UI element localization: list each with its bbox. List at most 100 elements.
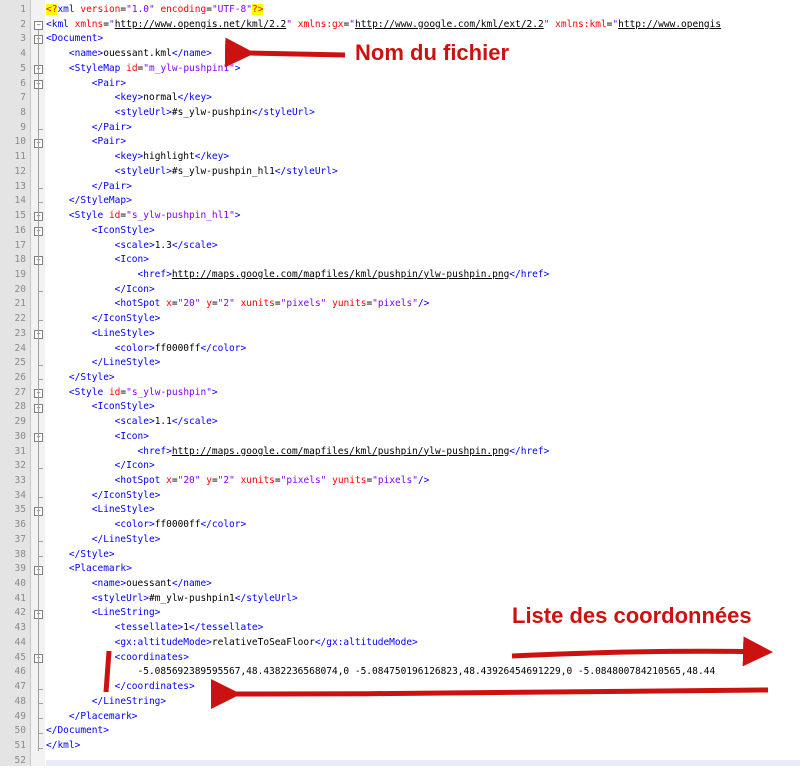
code-line[interactable]: 49 </Placemark>: [0, 710, 800, 725]
code-line[interactable]: 30 <Icon>: [0, 430, 800, 445]
code-line[interactable]: 32 </Icon>: [0, 459, 800, 474]
line-number: 12: [14, 165, 26, 177]
code-token: </href>: [509, 268, 550, 280]
code-text: <Icon>: [46, 253, 149, 268]
code-token: xml: [57, 4, 81, 15]
code-line[interactable]: 31 <href>http://maps.google.com/mapfiles…: [0, 445, 800, 460]
code-line[interactable]: 50 </Document>: [0, 724, 800, 739]
code-line[interactable]: 33 <hotSpot x="20" y="2" xunits="pixels"…: [0, 474, 800, 489]
code-line[interactable]: 34 </IconStyle>: [0, 489, 800, 504]
code-line[interactable]: 1 <?xml version="1.0" encoding="UTF-8"?>: [0, 3, 800, 18]
code-line[interactable]: 9 </Pair>: [0, 121, 800, 136]
code-line[interactable]: 29 <scale>1.1</scale>: [0, 415, 800, 430]
code-line[interactable]: 40 <name>ouessant</name>: [0, 577, 800, 592]
code-line[interactable]: 15 <Style id="s_ylw-pushpin_hl1">: [0, 209, 800, 224]
code-text: <color>ff0000ff</color>: [46, 518, 247, 533]
code-token: "20": [177, 298, 201, 310]
code-line[interactable]: 11 <key>highlight</key>: [0, 150, 800, 165]
code-line[interactable]: 39 <Placemark>: [0, 562, 800, 577]
code-line[interactable]: 22 </IconStyle>: [0, 312, 800, 327]
line-number: 40: [14, 578, 26, 590]
fold-toggle-icon[interactable]: −: [34, 20, 43, 30]
code-line[interactable]: 36 <color>ff0000ff</color>: [0, 518, 800, 533]
code-line[interactable]: 48 </LineString>: [0, 695, 800, 710]
line-number: 6: [20, 77, 26, 89]
code-line[interactable]: 28 <IconStyle>: [0, 400, 800, 415]
code-text: <?xml version="1.0" encoding="UTF-8"?>: [46, 3, 264, 18]
code-line[interactable]: 7 <key>normal</key>: [0, 91, 800, 106]
code-line[interactable]: 19 <href>http://maps.google.com/mapfiles…: [0, 268, 800, 283]
code-text: </Pair>: [46, 121, 132, 136]
code-line[interactable]: 20 </Icon>: [0, 283, 800, 298]
fold-end-mark: [38, 556, 43, 557]
code-token: <scale>: [114, 416, 155, 428]
code-line[interactable]: 38 </Style>: [0, 548, 800, 563]
line-number: 15: [14, 210, 26, 222]
code-token: http://www.opengis: [618, 18, 722, 30]
line-number: 14: [14, 195, 26, 207]
code-token: <Document>: [46, 33, 104, 45]
code-token: />: [417, 475, 430, 486]
code-line[interactable]: 10 <Pair>: [0, 135, 800, 150]
code-editor[interactable]: 1 <?xml version="1.0" encoding="UTF-8"?> 2…: [0, 3, 800, 768]
code-line[interactable]: 18 <Icon>: [0, 253, 800, 268]
code-line[interactable]: 26 </Style>: [0, 371, 800, 386]
code-token: <styleUrl>: [114, 107, 172, 119]
code-line[interactable]: 13 </Pair>: [0, 180, 800, 195]
code-line[interactable]: 44 <gx:altitudeMode>relativeToSeaFloor</…: [0, 636, 800, 651]
code-line[interactable]: 37 </LineStyle>: [0, 533, 800, 548]
code-text: <tessellate>1</tessellate>: [46, 621, 264, 636]
code-token: </styleUrl>: [274, 165, 338, 177]
code-line[interactable]: 12 <styleUrl>#s_ylw-pushpin_hl1</styleUr…: [0, 165, 800, 180]
code-line[interactable]: 24 <color>ff0000ff</color>: [0, 342, 800, 357]
code-line[interactable]: 25 </LineStyle>: [0, 356, 800, 371]
code-line[interactable]: 8 <styleUrl>#s_ylw-pushpin</styleUrl>: [0, 106, 800, 121]
line-number: 21: [14, 298, 26, 310]
code-token: <gx:altitudeMode>: [114, 636, 212, 648]
code-token: </LineString>: [91, 695, 167, 707]
code-token: <hotSpot: [114, 475, 167, 486]
code-token: <StyleMap: [68, 62, 127, 74]
code-token: <Pair>: [91, 77, 127, 89]
code-token: ouessant.kml: [103, 48, 172, 60]
code-line[interactable]: 35 <LineStyle>: [0, 503, 800, 518]
code-line[interactable]: 21 <hotSpot x="20" y="2" xunits="pixels"…: [0, 297, 800, 312]
code-line[interactable]: 16 <IconStyle>: [0, 224, 800, 239]
code-text: </Document>: [46, 724, 109, 739]
code-text: <color>ff0000ff</color>: [46, 342, 247, 357]
code-token: <Icon>: [114, 430, 149, 442]
code-text: <Document>: [46, 32, 103, 47]
code-line[interactable]: 45 <coordinates>: [0, 651, 800, 666]
line-number: 31: [14, 445, 26, 457]
code-text: </coordinates>: [46, 680, 195, 695]
code-text: -5.085692389595567,48.4382236568074,0 -5…: [46, 665, 716, 680]
code-line[interactable]: 51 </kml>: [0, 739, 800, 754]
fold-end-mark: [38, 379, 43, 381]
code-text: <Style id="s_ylw-pushpin">: [46, 386, 218, 401]
code-line[interactable]: 23 <LineStyle>: [0, 327, 800, 342]
code-token: </StyleMap>: [68, 195, 132, 207]
code-line[interactable]: 17 <scale>1.3</scale>: [0, 239, 800, 254]
fold-end-mark: [38, 703, 43, 705]
code-token: </Document>: [46, 725, 109, 737]
code-text: <IconStyle>: [46, 224, 155, 239]
code-line[interactable]: 47 </coordinates>: [0, 680, 800, 695]
line-number: 17: [14, 239, 26, 251]
code-text: <LineString>: [46, 606, 161, 621]
code-token: normal: [143, 92, 178, 104]
code-line[interactable]: 2 <kml xmlns="http://www.opengis.net/kml/…: [0, 18, 800, 33]
code-line[interactable]: 14 </StyleMap>: [0, 194, 800, 209]
code-token: </styleUrl>: [251, 107, 315, 119]
code-line[interactable]: 46 -5.085692389595567,48.4382236568074,0…: [0, 665, 800, 680]
code-token: #s_ylw-pushpin: [171, 107, 252, 119]
code-token: ff0000ff: [154, 519, 201, 531]
code-line[interactable]: 27 <Style id="s_ylw-pushpin">: [0, 386, 800, 401]
code-line[interactable]: 6 <Pair>: [0, 77, 800, 92]
